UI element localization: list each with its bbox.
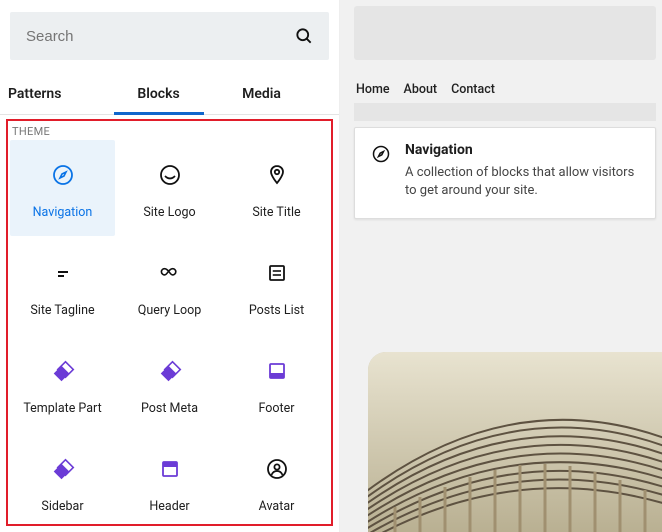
tab-blocks[interactable]: Blocks: [107, 76, 210, 114]
block-label: Site Logo: [143, 205, 195, 220]
section-heading: THEME: [10, 123, 329, 140]
tab-media[interactable]: Media: [210, 76, 333, 114]
block-label: Footer: [259, 401, 295, 416]
block-posts-list[interactable]: Posts List: [224, 238, 329, 334]
theme-section: THEME Navigation Site Logo Site Title Site …: [6, 119, 333, 526]
inserter-panel: Patterns Blocks Media THEME Navigation Si…: [0, 0, 340, 532]
block-label: Avatar: [259, 499, 295, 514]
block-avatar[interactable]: Avatar: [224, 434, 329, 526]
map-pin-icon: [265, 157, 289, 193]
block-label: Post Meta: [141, 401, 198, 416]
layout-top-icon: [158, 451, 182, 487]
infinity-icon: [158, 255, 182, 291]
preview-nav-menu: Home About Contact: [354, 60, 662, 103]
block-site-logo[interactable]: Site Logo: [117, 140, 222, 236]
block-info-title: Navigation: [405, 142, 639, 158]
block-query-loop[interactable]: Query Loop: [117, 238, 222, 334]
person-circle-icon: [265, 451, 289, 487]
nav-link-about[interactable]: About: [404, 82, 438, 97]
search-icon: [293, 25, 315, 47]
block-site-title[interactable]: Site Title: [224, 140, 329, 236]
compass-icon: [51, 157, 75, 193]
block-label: Site Title: [252, 205, 300, 220]
block-info-card: Navigation A collection of blocks that a…: [354, 127, 656, 219]
search-field[interactable]: [10, 12, 329, 60]
block-navigation[interactable]: Navigation: [10, 140, 115, 236]
block-label: Query Loop: [138, 303, 202, 318]
block-header[interactable]: Header: [117, 434, 222, 526]
block-label: Template Part: [23, 401, 101, 416]
block-post-meta[interactable]: Post Meta: [117, 336, 222, 432]
preview-spacer: [354, 103, 656, 121]
search-input[interactable]: [24, 27, 224, 46]
preview-pane: Home About Contact Navigation A collecti…: [340, 0, 662, 532]
block-site-tagline[interactable]: Site Tagline: [10, 238, 115, 334]
block-label: Header: [149, 499, 189, 514]
block-info-desc: A collection of blocks that allow visito…: [405, 164, 639, 200]
preview-header-placeholder: [354, 6, 656, 60]
smile-circle-icon: [158, 157, 182, 193]
block-label: Site Tagline: [30, 303, 94, 318]
list-box-icon: [265, 255, 289, 291]
compass-icon: [371, 144, 391, 164]
nav-link-contact[interactable]: Contact: [451, 82, 495, 97]
block-footer[interactable]: Footer: [224, 336, 329, 432]
layers-purple-icon: [51, 353, 75, 389]
layers-purple-icon: [51, 451, 75, 487]
tab-patterns[interactable]: Patterns: [6, 76, 107, 114]
block-template-part[interactable]: Template Part: [10, 336, 115, 432]
block-label: Posts List: [249, 303, 304, 318]
preview-image: [368, 352, 662, 532]
block-label: Navigation: [33, 205, 93, 220]
equals-short-icon: [51, 255, 75, 291]
block-sidebar[interactable]: Sidebar: [10, 434, 115, 526]
inserter-tabs: Patterns Blocks Media: [0, 76, 339, 115]
block-label: Sidebar: [41, 499, 83, 514]
nav-link-home[interactable]: Home: [356, 82, 390, 97]
layers-purple-icon: [158, 353, 182, 389]
layout-bottom-icon: [265, 353, 289, 389]
block-grid: Navigation Site Logo Site Title Site Taglin…: [10, 140, 329, 526]
